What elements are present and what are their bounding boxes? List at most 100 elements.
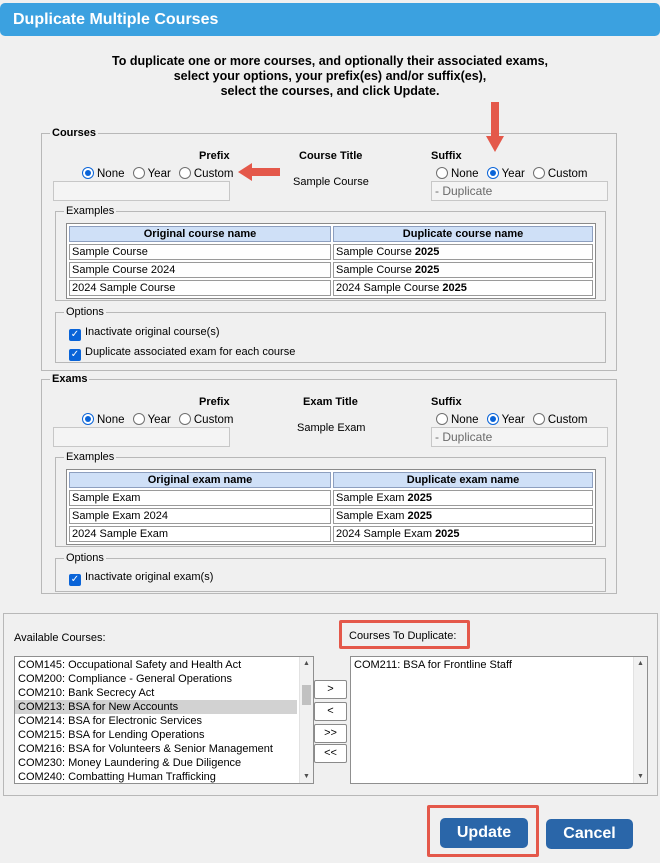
list-item[interactable]: COM210: Bank Secrecy Act <box>15 686 313 700</box>
courses-prefix-label: Prefix <box>199 150 230 162</box>
radio-checked-icon <box>82 167 94 179</box>
checkmark-icon: ✓ <box>69 329 81 341</box>
update-button-highlight <box>427 805 539 857</box>
exams-prefix-input[interactable] <box>53 427 230 447</box>
courses-to-duplicate-list[interactable]: COM211: BSA for Frontline Staff ▲ ▼ <box>350 656 648 784</box>
checkmark-icon: ✓ <box>69 574 81 586</box>
list-item-selected[interactable]: COM213: BSA for New Accounts <box>15 700 297 714</box>
duplicate-exam-checkbox[interactable]: ✓ Duplicate associated exam for each cour… <box>69 346 295 361</box>
table-cell: Sample Course 2025 <box>333 262 593 278</box>
exams-suffix-none[interactable]: None <box>436 413 479 426</box>
radio-icon <box>132 413 145 425</box>
list-item[interactable]: COM215: BSA for Lending Operations <box>15 728 313 742</box>
courses-suffix-label: Suffix <box>431 150 462 162</box>
scroll-down-icon[interactable]: ▼ <box>634 770 647 783</box>
table-row: Sample Course Sample Course 2025 <box>69 244 593 260</box>
courses-legend: Courses <box>52 127 97 139</box>
courses-suffix-none[interactable]: None <box>436 167 479 180</box>
courses-fieldset: Courses Prefix Course Title Suffix None … <box>41 127 617 371</box>
courses-prefix-custom[interactable]: Custom <box>178 167 234 180</box>
intro-text: To duplicate one or more courses, and op… <box>0 54 660 99</box>
dialog-title: Duplicate Multiple Courses <box>0 3 660 36</box>
table-cell: Sample Course <box>69 244 331 260</box>
courses-prefix-input[interactable] <box>53 181 230 201</box>
exams-suffix-input[interactable]: - Duplicate <box>431 427 608 447</box>
exams-suffix-radios: None Year Custom <box>436 413 593 426</box>
column-header: Original exam name <box>69 472 331 488</box>
move-left-button[interactable]: < <box>314 702 347 721</box>
table-row: Sample Exam 2024 Sample Exam 2025 <box>69 508 593 524</box>
list-item[interactable]: COM200: Compliance - General Operations <box>15 672 313 686</box>
scroll-down-icon[interactable]: ▼ <box>300 770 313 783</box>
scroll-up-icon[interactable]: ▲ <box>634 657 647 670</box>
radio-icon <box>532 167 545 179</box>
table-cell: 2024 Sample Course 2025 <box>333 280 593 296</box>
exams-suffix-custom[interactable]: Custom <box>532 413 588 426</box>
radio-icon <box>178 167 191 179</box>
available-courses-list[interactable]: COM145: Occupational Safety and Health A… <box>14 656 314 784</box>
courses-prefix-year[interactable]: Year <box>132 167 171 180</box>
radio-icon <box>436 413 448 425</box>
table-cell: Sample Exam 2025 <box>333 508 593 524</box>
move-right-button[interactable]: > <box>314 680 347 699</box>
intro-line-3: select the courses, and click Update. <box>220 84 440 98</box>
list-item[interactable]: COM230: Money Laundering & Due Diligence <box>15 756 313 770</box>
column-header: Original course name <box>69 226 331 242</box>
table-cell: Sample Exam 2025 <box>333 490 593 506</box>
table-cell: 2024 Sample Exam <box>69 526 331 542</box>
courses-prefix-none[interactable]: None <box>82 167 125 180</box>
scroll-up-icon[interactable]: ▲ <box>300 657 313 670</box>
radio-icon <box>132 167 145 179</box>
radio-checked-icon <box>486 167 499 179</box>
table-cell: Sample Course 2024 <box>69 262 331 278</box>
inactivate-course-checkbox[interactable]: ✓ Inactivate original course(s) <box>69 326 220 341</box>
list-item[interactable]: COM216: BSA for Volunteers & Senior Mana… <box>15 742 313 756</box>
list-item[interactable]: COM211: BSA for Frontline Staff <box>351 658 647 672</box>
table-row: Sample Exam Sample Exam 2025 <box>69 490 593 506</box>
inactivate-exam-checkbox[interactable]: ✓ Inactivate original exam(s) <box>69 571 213 586</box>
exams-examples-table: Original exam name Duplicate exam name S… <box>66 469 596 545</box>
move-all-left-button[interactable]: << <box>314 744 347 763</box>
exams-title-label: Exam Title <box>303 396 358 408</box>
courses-options-legend: Options <box>66 306 104 318</box>
exams-prefix-custom[interactable]: Custom <box>178 413 234 426</box>
available-list-scrollbar[interactable]: ▲ ▼ <box>299 657 313 783</box>
courses-suffix-year[interactable]: Year <box>486 167 525 180</box>
radio-checked-icon <box>486 413 499 425</box>
exams-sample-title: Sample Exam <box>297 422 366 434</box>
duplicate-list-scrollbar[interactable]: ▲ ▼ <box>633 657 647 783</box>
courses-prefix-radios: None Year Custom <box>82 167 239 180</box>
table-cell: Sample Exam 2024 <box>69 508 331 524</box>
checkmark-icon: ✓ <box>69 349 81 361</box>
courses-sample-title: Sample Course <box>293 176 369 188</box>
courses-options-fieldset: Options ✓ Inactivate original course(s) ✓… <box>55 306 606 363</box>
list-item[interactable]: COM214: BSA for Electronic Services <box>15 714 313 728</box>
exams-suffix-label: Suffix <box>431 396 462 408</box>
table-row: 2024 Sample Exam 2024 Sample Exam 2025 <box>69 526 593 542</box>
move-all-right-button[interactable]: >> <box>314 724 347 743</box>
intro-line-2: select your options, your prefix(es) and… <box>173 69 487 83</box>
exams-examples-legend: Examples <box>66 451 115 463</box>
scroll-thumb[interactable] <box>302 685 311 705</box>
list-item[interactable]: COM145: Occupational Safety and Health A… <box>15 658 313 672</box>
course-selection-panel: Available Courses: Courses To Duplicate:… <box>3 613 658 796</box>
table-row: 2024 Sample Course 2024 Sample Course 20… <box>69 280 593 296</box>
column-header: Duplicate course name <box>333 226 593 242</box>
courses-suffix-radios: None Year Custom <box>436 167 593 180</box>
exams-suffix-year[interactable]: Year <box>486 413 525 426</box>
table-row: Sample Course 2024 Sample Course 2025 <box>69 262 593 278</box>
exams-prefix-year[interactable]: Year <box>132 413 171 426</box>
exams-prefix-none[interactable]: None <box>82 413 125 426</box>
table-cell: Sample Course 2025 <box>333 244 593 260</box>
list-item[interactable]: COM240: Combatting Human Trafficking <box>15 770 313 783</box>
courses-suffix-custom[interactable]: Custom <box>532 167 588 180</box>
arrow-left-icon <box>238 163 280 181</box>
courses-examples-table: Original course name Duplicate course na… <box>66 223 596 299</box>
table-cell: 2024 Sample Exam 2025 <box>333 526 593 542</box>
courses-examples-fieldset: Examples Original course name Duplicate … <box>55 205 606 301</box>
courses-examples-legend: Examples <box>66 205 115 217</box>
courses-suffix-input[interactable]: - Duplicate <box>431 181 608 201</box>
exams-prefix-radios: None Year Custom <box>82 413 239 426</box>
cancel-button[interactable]: Cancel <box>546 819 633 849</box>
exams-legend: Exams <box>52 373 88 385</box>
